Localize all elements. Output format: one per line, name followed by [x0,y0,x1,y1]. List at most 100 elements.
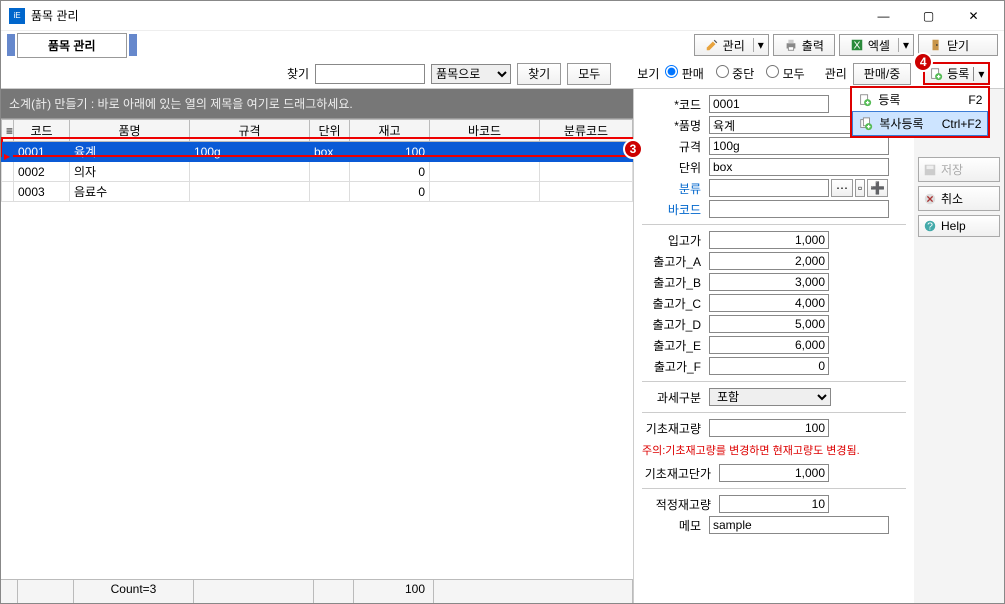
pencil-icon [705,38,719,52]
field-cat[interactable] [709,179,829,197]
cancel-button[interactable]: 취소 [918,186,1000,211]
label-initprice: 기초재고단가 [642,465,717,482]
cat-clear-button[interactable]: ▫ [855,179,865,197]
col-code[interactable]: 코드 [14,120,70,142]
window-title: 품목 관리 [31,7,861,24]
field-code[interactable] [709,95,829,113]
add-doc-icon [929,67,943,81]
menu-item-register[interactable]: 등록 F2 [852,88,988,111]
maximize-button[interactable]: ▢ [906,2,951,30]
footer-stock-sum: 100 [354,580,434,603]
field-barcode[interactable] [709,200,889,218]
find-button[interactable]: 찾기 [517,63,561,85]
field-unit[interactable] [709,158,889,176]
label-spec: 규격 [642,138,707,155]
app-icon: iE [9,8,25,24]
field-initprice[interactable] [719,464,829,482]
print-label: 출력 [802,37,824,54]
excel-label: 엑셀 [868,37,890,54]
item-grid[interactable]: 3 ≡ 코드 품명 규격 단위 재고 바코드 분류코드 [1,118,633,579]
warning-text: 주의:기초재고량를 변경하면 현재고량도 변경됨. [642,440,906,464]
radio-all[interactable]: 모두 [766,65,804,82]
col-unit[interactable]: 단위 [310,120,350,142]
radio-stop[interactable]: 중단 [716,65,754,82]
door-icon [929,38,943,52]
view-label: 보기 [637,65,659,82]
field-oute[interactable] [709,336,829,354]
sale-stop-button[interactable]: 판매/중 [853,63,911,85]
register-button[interactable]: 등록 ▾ [923,62,990,85]
menu-item-copy-register[interactable]: 복사등록 Ctrl+F2 [852,111,988,136]
svg-text:X: X [853,40,860,52]
field-outf[interactable] [709,357,829,375]
all-button[interactable]: 모두 [567,63,611,85]
page-title-box: 품목 관리 [7,33,137,58]
cancel-icon [923,192,937,206]
page-title: 품목 관리 [17,33,127,58]
register-wrap: 4 등록 ▾ 등록 F2 복사등록 Ctrl+F2 [923,62,990,85]
search-input[interactable] [315,64,425,84]
field-inprice[interactable] [709,231,829,249]
field-spec[interactable] [709,137,889,155]
field-memo[interactable] [709,516,889,534]
field-outd[interactable] [709,315,829,333]
label-cat[interactable]: 분류 [642,180,707,197]
label-initstock: 기초재고량 [642,420,707,437]
excel-button[interactable]: X 엑셀 ▾ [839,34,914,56]
copy-doc-icon [859,117,873,131]
plus-icon: ➕ [870,181,885,195]
table-row[interactable]: 0002 의자 0 [2,162,633,182]
dropdown-arrow-icon[interactable]: ▾ [973,67,984,81]
label-outc: 출고가_C [642,295,707,312]
col-name[interactable]: 품명 [70,120,190,142]
admin-label: 관리 [825,65,847,82]
close-window-button[interactable]: ✕ [951,2,996,30]
grid-footer: Count=3 100 [1,579,633,603]
field-outa[interactable] [709,252,829,270]
col-cat[interactable]: 분류코드 [540,120,633,142]
label-outd: 출고가_D [642,316,707,333]
label-barcode[interactable]: 바코드 [642,201,707,218]
field-outc[interactable] [709,294,829,312]
label-code: *코드 [642,96,707,113]
radio-sale[interactable]: 판매 [665,65,703,82]
field-tax[interactable]: 포함 [709,388,831,406]
search-field-select[interactable]: 품목으로 [431,64,511,84]
col-barcode[interactable]: 바코드 [430,120,540,142]
close-button[interactable]: 닫기 [918,34,998,56]
label-memo: 메모 [642,517,707,534]
view-radio-group: 판매 중단 모두 [665,65,804,82]
group-by-hint[interactable]: 소계(計) 만들기 : 바로 아래에 있는 열의 제목을 여기로 드래그하세요. [1,89,633,118]
register-dropdown: 등록 F2 복사등록 Ctrl+F2 [850,86,990,138]
window-titlebar: iE 품목 관리 — ▢ ✕ [1,1,1004,31]
clear-icon: ▫ [858,181,862,195]
cat-lookup-button[interactable]: ⋯ [831,179,853,197]
table-row[interactable]: 0001 육계 100g box 100 [2,142,633,162]
minimize-button[interactable]: — [861,2,906,30]
field-outb[interactable] [709,273,829,291]
field-initstock[interactable] [709,419,829,437]
label-outf: 출고가_F [642,358,707,375]
col-stock[interactable]: 재고 [350,120,430,142]
dropdown-arrow-icon: ▾ [898,38,909,52]
search-label: 찾기 [287,65,309,82]
print-button[interactable]: 출력 [773,34,835,56]
cat-add-button[interactable]: ➕ [867,179,888,197]
manage-label: 관리 [723,37,745,54]
label-safestock: 적정재고량 [642,496,717,513]
field-safestock[interactable] [719,495,829,513]
footer-count: Count=3 [74,580,194,603]
row-indicator-header: ≡ [2,120,14,142]
bracket-left [7,34,15,56]
help-button[interactable]: ? Help [918,215,1000,237]
grid-header-row[interactable]: ≡ 코드 품명 규격 단위 재고 바코드 분류코드 [2,120,633,142]
svg-text:?: ? [927,221,933,233]
table-row[interactable]: 0003 음료수 0 [2,182,633,202]
main-area: 소계(計) 만들기 : 바로 아래에 있는 열의 제목을 여기로 드래그하세요.… [1,89,1004,603]
save-button[interactable]: 저장 [918,157,1000,182]
register-label: 등록 [947,65,969,82]
search-bar: 찾기 품목으로 찾기 모두 보기 판매 중단 모두 관리 판매/중 4 등록 ▾… [1,59,1004,89]
bracket-right [129,34,137,56]
manage-button[interactable]: 관리 ▾ [694,34,769,56]
col-spec[interactable]: 규격 [190,120,310,142]
